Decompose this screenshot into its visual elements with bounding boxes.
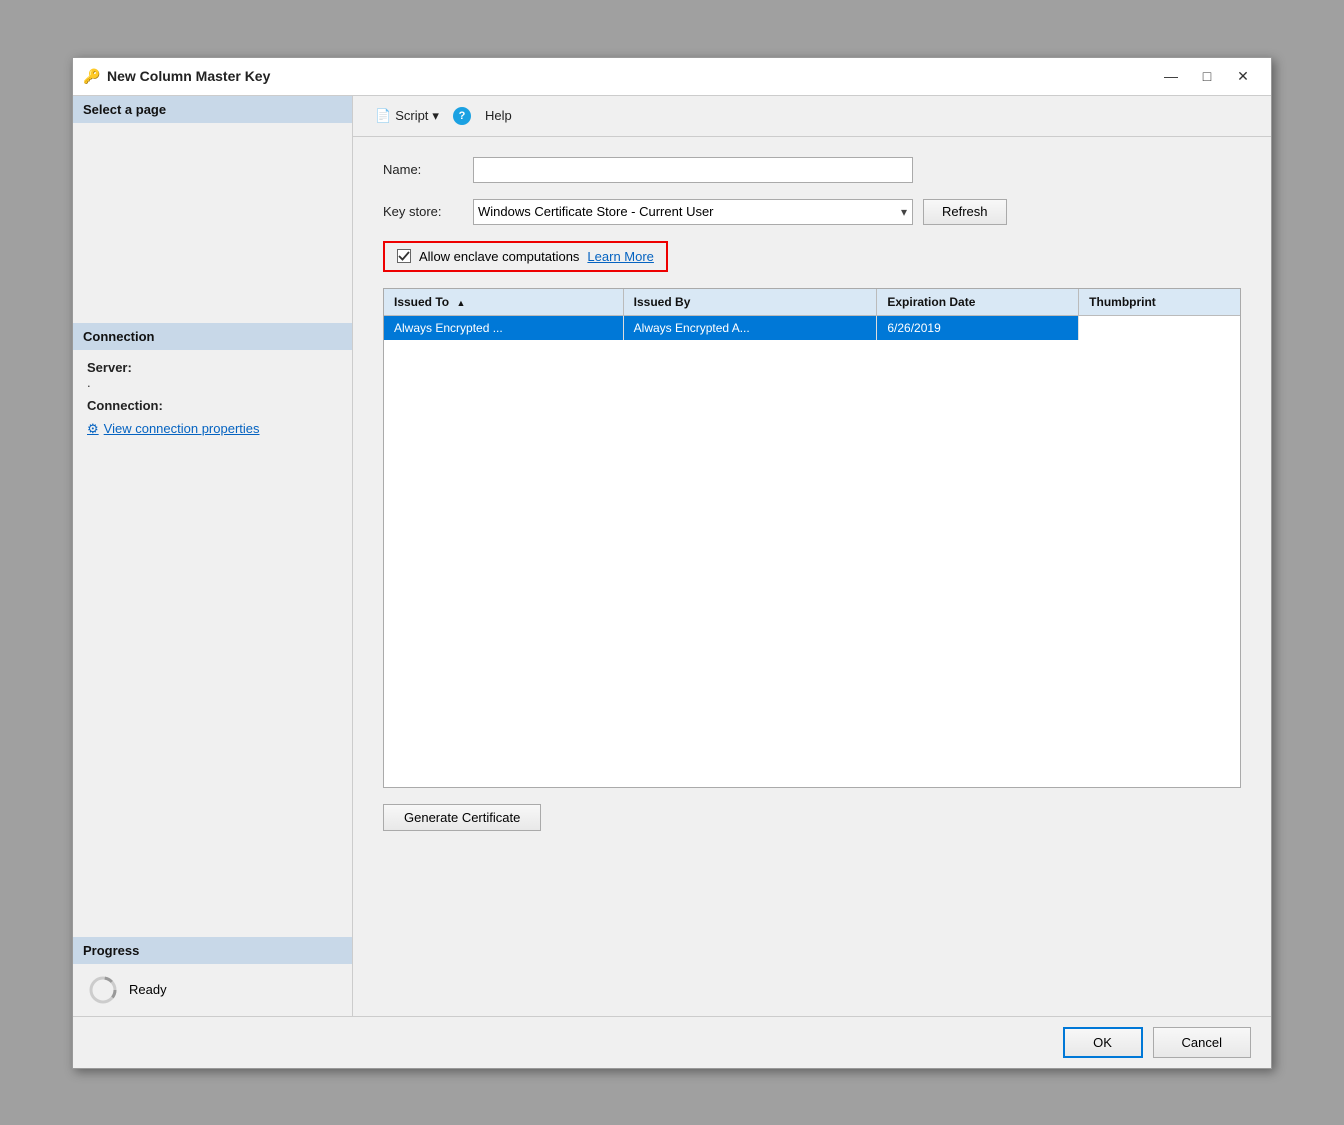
form-area: Name: Key store: Windows Certificate Sto… <box>353 137 1271 1016</box>
progress-header: Progress <box>73 937 352 964</box>
sort-arrow-issued-to: ▲ <box>456 298 465 308</box>
progress-info: Ready <box>73 964 352 1016</box>
table-row[interactable]: Always Encrypted ... Always Encrypted A.… <box>384 315 1240 340</box>
keystore-select-wrapper: Windows Certificate Store - Current User… <box>473 199 913 225</box>
cancel-button[interactable]: Cancel <box>1153 1027 1251 1058</box>
title-bar: 🔑 New Column Master Key — □ ✕ <box>73 58 1271 96</box>
connection-icon: ⚙ <box>87 421 99 437</box>
connection-label: Connection: <box>87 398 338 413</box>
close-button[interactable]: ✕ <box>1225 63 1261 89</box>
window-title: New Column Master Key <box>107 68 270 84</box>
checkmark-icon <box>398 250 410 262</box>
cell-issued-by: Always Encrypted A... <box>623 315 877 340</box>
cell-expiration-date: 6/26/2019 <box>877 315 1079 340</box>
keystore-row: Key store: Windows Certificate Store - C… <box>383 199 1241 225</box>
cell-issued-to: Always Encrypted ... <box>384 315 623 340</box>
connection-section: Connection Server: . Connection: ⚙ View … <box>73 323 352 447</box>
help-icon: ? <box>453 107 471 125</box>
help-label: Help <box>485 108 512 123</box>
col-thumbprint-label: Thumbprint <box>1089 295 1156 309</box>
keystore-select[interactable]: Windows Certificate Store - Current User… <box>473 199 913 225</box>
script-label: Script <box>395 108 428 123</box>
minimize-button[interactable]: — <box>1153 63 1189 89</box>
bottom-bar: OK Cancel <box>73 1016 1271 1068</box>
select-page-header: Select a page <box>73 96 352 123</box>
spinner-icon <box>87 974 119 1006</box>
maximize-button[interactable]: □ <box>1189 63 1225 89</box>
enclave-label: Allow enclave computations <box>419 249 579 264</box>
cert-table-container: Issued To ▲ Issued By Expiration Date <box>383 288 1241 788</box>
sidebar-pages <box>73 123 352 323</box>
generate-certificate-button[interactable]: Generate Certificate <box>383 804 541 831</box>
col-issued-to[interactable]: Issued To ▲ <box>384 289 623 316</box>
name-input[interactable] <box>473 157 913 183</box>
progress-section: Progress Ready <box>73 937 352 1016</box>
sidebar-spacer <box>73 447 352 937</box>
col-issued-by[interactable]: Issued By <box>623 289 877 316</box>
view-connection-link[interactable]: ⚙ View connection properties <box>87 421 338 437</box>
connection-header: Connection <box>73 323 352 350</box>
table-header-row: Issued To ▲ Issued By Expiration Date <box>384 289 1240 316</box>
col-thumbprint[interactable]: Thumbprint <box>1079 289 1240 316</box>
help-button[interactable]: Help <box>477 104 520 127</box>
col-expiration-label: Expiration Date <box>887 295 975 309</box>
ok-button[interactable]: OK <box>1063 1027 1143 1058</box>
sidebar: Select a page Connection Server: . Conne… <box>73 96 353 1016</box>
view-connection-text: View connection properties <box>104 421 260 436</box>
name-row: Name: <box>383 157 1241 183</box>
server-label: Server: <box>87 360 338 375</box>
cell-thumbprint <box>1079 315 1240 340</box>
script-dropdown-icon: ▾ <box>432 108 439 124</box>
main-panel: 📄 Script ▾ ? Help Name: Key store: <box>353 96 1271 1016</box>
cert-table: Issued To ▲ Issued By Expiration Date <box>384 289 1240 340</box>
server-value: . <box>87 375 338 390</box>
script-button[interactable]: 📄 Script ▾ <box>367 104 447 128</box>
ready-label: Ready <box>129 982 167 997</box>
keystore-label: Key store: <box>383 204 473 219</box>
toolbar: 📄 Script ▾ ? Help <box>353 96 1271 137</box>
script-icon: 📄 <box>375 108 391 124</box>
col-expiration-date[interactable]: Expiration Date <box>877 289 1079 316</box>
enclave-row: Allow enclave computations Learn More <box>383 241 668 272</box>
title-bar-left: 🔑 New Column Master Key <box>83 68 270 84</box>
window-icon: 🔑 <box>83 68 99 84</box>
content-area: Select a page Connection Server: . Conne… <box>73 96 1271 1016</box>
col-issued-to-label: Issued To <box>394 295 449 309</box>
enclave-checkbox[interactable] <box>397 249 411 263</box>
connection-info: Server: . Connection: ⚙ View connection … <box>73 350 352 447</box>
name-label: Name: <box>383 162 473 177</box>
refresh-button[interactable]: Refresh <box>923 199 1007 225</box>
learn-more-link[interactable]: Learn More <box>587 249 653 264</box>
title-bar-controls: — □ ✕ <box>1153 63 1261 89</box>
main-window: 🔑 New Column Master Key — □ ✕ Select a p… <box>72 57 1272 1069</box>
col-issued-by-label: Issued By <box>634 295 691 309</box>
